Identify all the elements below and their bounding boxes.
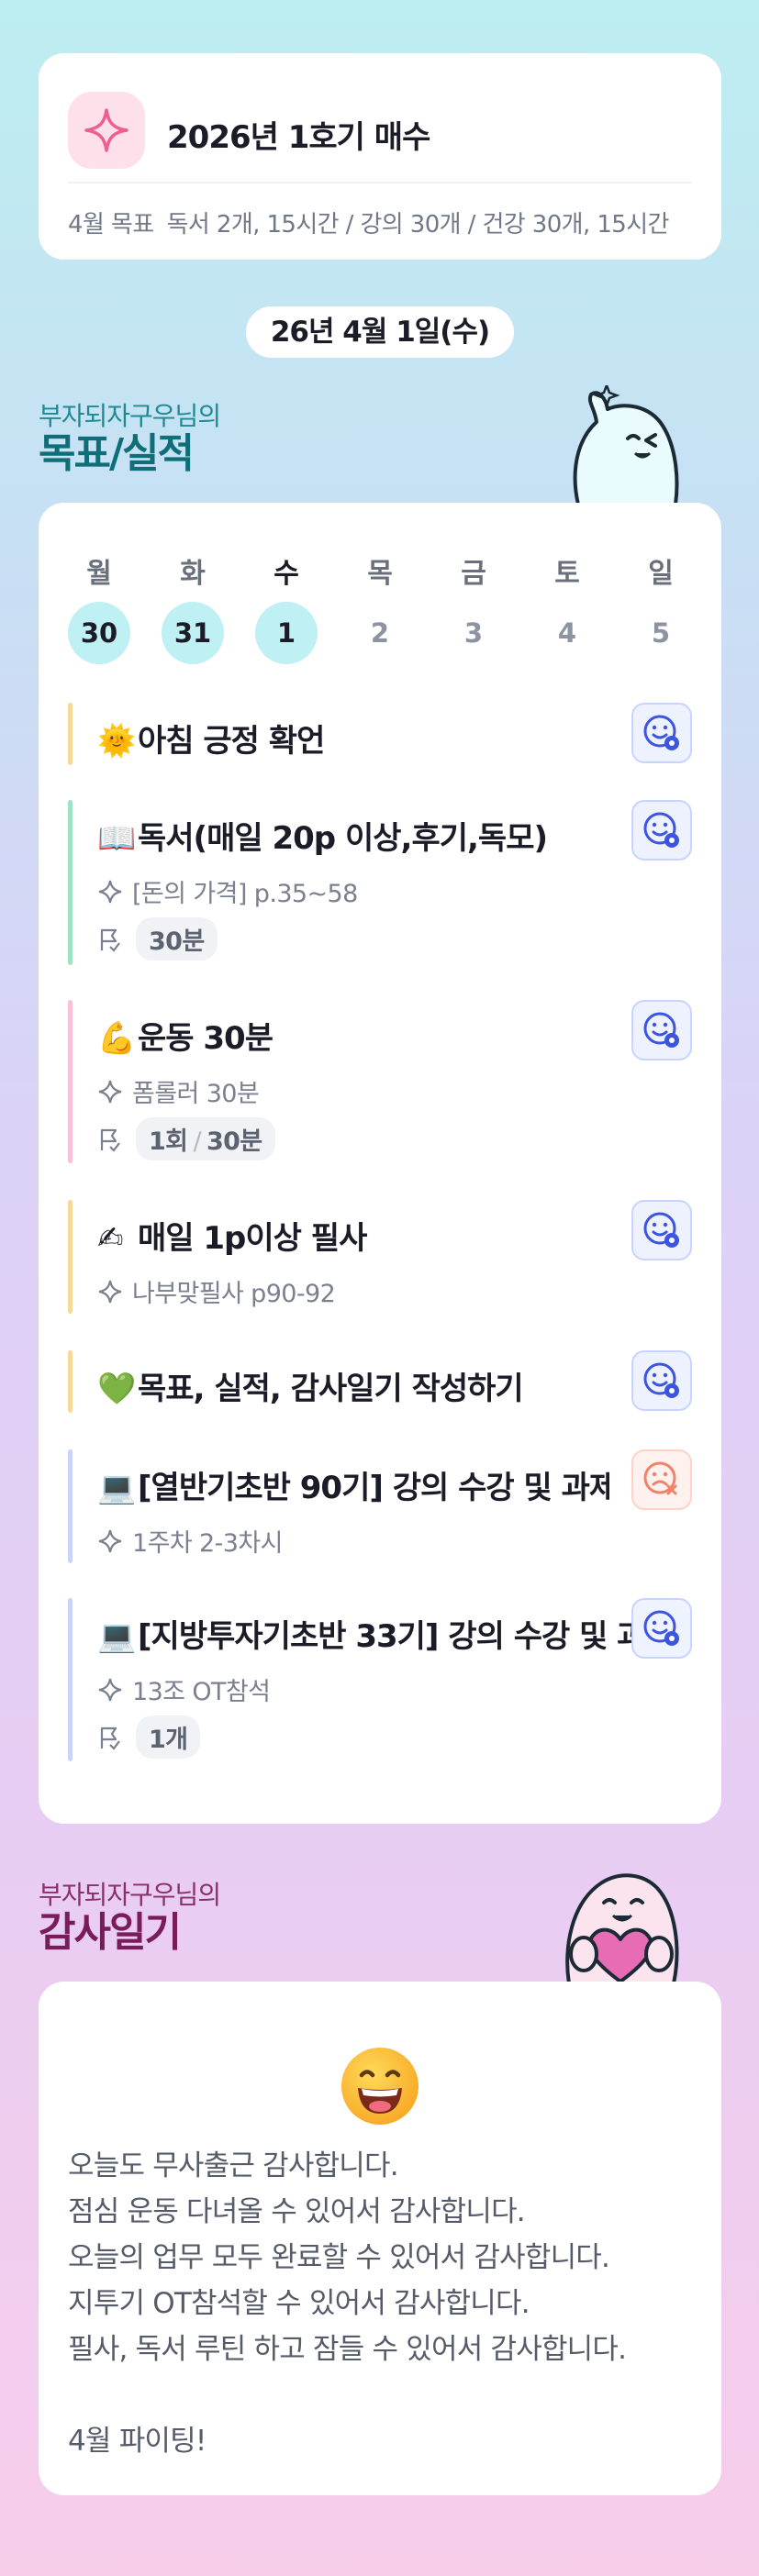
task-title: 📖독서(매일 20p 이상,후기,독모) (97, 820, 548, 857)
task-title: ✍ 매일 1p이상 필사 (97, 1220, 367, 1257)
writing-hand-emoji-icon: ✍ (97, 1220, 124, 1257)
task-record: 30분 (97, 917, 218, 960)
task-color-bar (68, 800, 73, 965)
sparkle-icon (68, 92, 145, 169)
sparkle-outline-icon (98, 1529, 122, 1552)
smile-status-icon[interactable] (631, 800, 692, 861)
flag-icon (100, 1128, 120, 1152)
diary-line: 필사, 독서 루틴 하고 잠들 수 있어서 감사합니다. (68, 2333, 627, 2366)
smile-status-icon[interactable] (631, 1200, 692, 1260)
weekday-mon: 월 (86, 558, 112, 590)
monthly-goal-label: 4월 목표 (68, 211, 154, 239)
task-item[interactable]: ✍ 매일 1p이상 필사 나부맞필사 p90-92 (68, 1200, 692, 1314)
diary-line: 지투기 OT참석할 수 있어서 감사합니다. (68, 2287, 530, 2320)
record-chip: 1개 (136, 1715, 201, 1759)
diary-section-title: 감사일기 (39, 1909, 182, 1956)
smile-status-icon[interactable] (631, 1598, 692, 1659)
diary-text: 오늘도 무사출근 감사합니다. 점심 운동 다녀올 수 있어서 감사합니다. 오… (68, 2143, 692, 2464)
task-title: 💻[열반기초반 90기] 강의 수강 및 과제 (97, 1470, 609, 1506)
date-30[interactable]: 30 (68, 602, 130, 664)
smile-status-icon[interactable] (631, 1350, 692, 1411)
weekday-wed: 수 (273, 558, 299, 590)
task-color-bar (68, 1598, 73, 1761)
task-item[interactable]: 🌞아침 긍정 확언 (68, 703, 692, 765)
monthly-goal-text: 독서 2개, 15시간 / 강의 30개 / 건강 30개, 15시간 (166, 211, 670, 239)
date-2[interactable]: 2 (349, 602, 411, 664)
sparkle-outline-icon (98, 1280, 122, 1303)
diary-line (68, 2372, 692, 2418)
date-4[interactable]: 4 (536, 602, 598, 664)
task-item[interactable]: 📖독서(매일 20p 이상,후기,독모) [돈의 가격] p.35~58 30분 (68, 800, 692, 965)
sparkle-outline-icon (98, 880, 122, 903)
current-date[interactable]: 26년 4월 1일(수) (246, 306, 514, 358)
laptop-emoji-icon: 💻 (97, 1618, 136, 1655)
date-5[interactable]: 5 (630, 602, 692, 664)
gratitude-diary-card: 오늘도 무사출근 감사합니다. 점심 운동 다녀올 수 있어서 감사합니다. 오… (39, 1982, 721, 2495)
task-note: 13조 OT참석 (97, 1671, 271, 1707)
goals-card: 월 화 수 목 금 토 일 30 31 1 2 3 4 5 🌞아침 긍정 확언 … (39, 503, 721, 1824)
task-color-bar (68, 1000, 73, 1163)
task-item[interactable]: 💻[열반기초반 90기] 강의 수강 및 과제 1주차 2-3차시 (68, 1449, 692, 1563)
task-title: 💚목표, 실적, 감사일기 작성하기 (97, 1371, 524, 1407)
book-emoji-icon: 📖 (97, 820, 136, 857)
goal-summary-card[interactable]: 2026년 1호기 매수 4월 목표 독서 2개, 15시간 / 강의 30개 /… (39, 53, 721, 260)
task-color-bar (68, 1200, 73, 1314)
flexed-biceps-emoji-icon: 💪 (97, 1020, 136, 1057)
weekday-tue: 화 (180, 558, 206, 590)
record-chip: 30분 (136, 917, 218, 960)
weekday-sun: 일 (648, 558, 674, 590)
weekday-sat: 토 (554, 558, 580, 590)
task-item[interactable]: 💻[지방투자기초반 33기] 강의 수강 및 과제 13조 OT참석 1개 (68, 1598, 692, 1761)
mascot-waving-illustration (573, 385, 679, 505)
task-color-bar (68, 1449, 73, 1563)
date-3[interactable]: 3 (442, 602, 505, 664)
smile-status-icon[interactable] (631, 703, 692, 763)
task-title: 💻[지방투자기초반 33기] 강의 수강 및 과제 (97, 1618, 631, 1655)
flag-icon (100, 1727, 120, 1750)
task-note: 폼롤러 30분 (97, 1073, 260, 1109)
task-color-bar (68, 703, 73, 765)
diary-line: 4월 파이팅! (68, 2425, 206, 2458)
monthly-goal: 4월 목표 독서 2개, 15시간 / 강의 30개 / 건강 30개, 15시간 (68, 205, 721, 239)
sad-fail-status-icon[interactable] (631, 1449, 692, 1510)
diary-line: 오늘의 업무 모두 완료할 수 있어서 감사합니다. (68, 2241, 610, 2274)
grinning-face-emoji-icon (341, 2048, 419, 2125)
smile-status-icon[interactable] (631, 1000, 692, 1060)
task-item[interactable]: 💚목표, 실적, 감사일기 작성하기 (68, 1350, 692, 1413)
diary-line: 오늘도 무사출근 감사합니다. (68, 2149, 399, 2182)
goal-summary-title: 2026년 1호기 매수 (167, 119, 430, 156)
record-chip: 1회/30분 (136, 1117, 275, 1160)
task-note: [돈의 가격] p.35~58 (97, 873, 358, 909)
task-note: 나부맞필사 p90-92 (97, 1273, 336, 1309)
divider (68, 182, 692, 183)
task-title: 💪운동 30분 (97, 1020, 273, 1057)
date-1[interactable]: 1 (255, 602, 318, 664)
diary-line: 점심 운동 다녀올 수 있어서 감사합니다. (68, 2195, 526, 2228)
sun-emoji-icon: 🌞 (97, 723, 136, 760)
task-title: 🌞아침 긍정 확언 (97, 723, 325, 760)
green-heart-emoji-icon: 💚 (97, 1371, 136, 1407)
task-item[interactable]: 💪운동 30분 폼롤러 30분 1회/30분 (68, 1000, 692, 1163)
task-note: 1주차 2-3차시 (97, 1523, 283, 1559)
task-record: 1개 (97, 1715, 201, 1759)
goals-section-title: 목표/실적 (39, 430, 195, 477)
task-color-bar (68, 1350, 73, 1413)
task-record: 1회/30분 (97, 1117, 275, 1160)
sparkle-outline-icon (98, 1080, 122, 1103)
weekday-fri: 금 (461, 558, 486, 590)
flag-icon (100, 928, 120, 952)
mascot-heart-illustration (565, 1873, 679, 1983)
weekday-thu: 목 (367, 558, 393, 590)
sparkle-outline-icon (98, 1678, 122, 1701)
laptop-emoji-icon: 💻 (97, 1470, 136, 1506)
date-31[interactable]: 31 (162, 602, 224, 664)
